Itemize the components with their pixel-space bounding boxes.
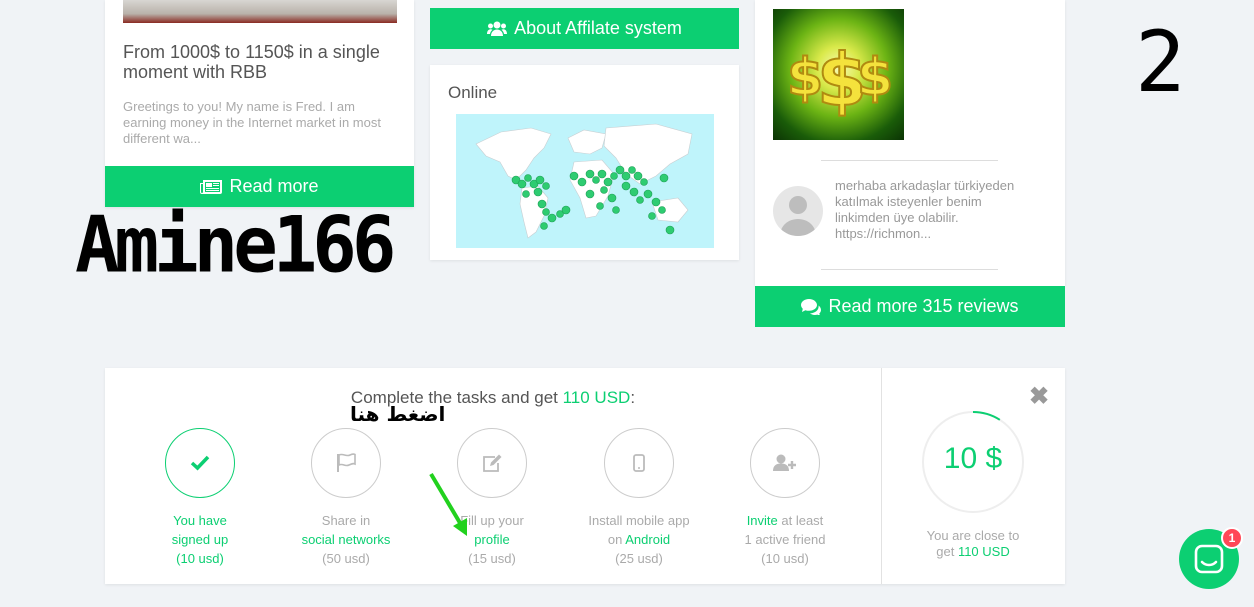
online-world-map xyxy=(456,114,714,248)
task-signed-up-circle xyxy=(165,428,235,498)
task-share-social-circle[interactable] xyxy=(311,428,381,498)
task-line-text: at least xyxy=(777,513,824,528)
mobile-icon xyxy=(633,454,645,472)
review-separator xyxy=(821,160,998,161)
task-reward: (15 usd) xyxy=(468,551,516,566)
task-line: Invite at least xyxy=(710,511,860,530)
progress-caption: You are close to get 110 USD xyxy=(895,528,1051,560)
online-title: Online xyxy=(448,83,498,102)
android-link[interactable]: Android xyxy=(625,532,670,547)
about-affiliate-button[interactable]: About Affilate system xyxy=(430,8,739,49)
progress-amount: 10 $ xyxy=(943,442,1003,475)
svg-text:$: $ xyxy=(857,48,893,108)
arabic-click-here-note: اضغط هنا xyxy=(350,402,446,426)
task-share-social-label: Share in social networks (50 usd) xyxy=(271,511,421,568)
review-text: merhaba arkadaşlar türkiyeden katılmak i… xyxy=(835,178,1015,241)
map-europe xyxy=(567,129,607,155)
task-install-app-label: Install mobile app on Android (25 usd) xyxy=(564,511,714,568)
task-line: Share in xyxy=(321,513,371,528)
review-separator xyxy=(821,269,998,270)
task-signed-up-label: You have signed up (10 usd) xyxy=(125,511,275,568)
reviews-card: $ $ $ merhaba arkadaşlar türkiyeden katı… xyxy=(755,0,1065,286)
panel-divider xyxy=(881,368,882,584)
edit-icon xyxy=(483,454,502,472)
map-north-america xyxy=(475,127,552,181)
task-line: signed up xyxy=(171,532,229,547)
progress-caption-line: get 110 USD xyxy=(895,544,1051,560)
progress-caption-line: You are close to xyxy=(926,528,1020,543)
progress-caption-amount: 110 USD xyxy=(957,544,1010,559)
task-reward: (10 usd) xyxy=(761,551,809,566)
user-plus-icon xyxy=(773,454,796,471)
tasks-title: Complete the tasks and get 110 USD: xyxy=(105,388,881,408)
flag-icon xyxy=(337,453,356,472)
task-reward: (10 usd) xyxy=(176,551,224,566)
chat-icon xyxy=(1194,544,1224,574)
task-line: on Android xyxy=(564,530,714,549)
task-signed-up: You have signed up (10 usd) xyxy=(125,428,275,568)
invite-link[interactable]: Invite xyxy=(747,513,778,528)
chat-notification-badge: 1 xyxy=(1221,527,1243,549)
task-reward: (25 usd) xyxy=(615,551,663,566)
task-line: Install mobile app xyxy=(588,513,690,528)
task-reward: (50 usd) xyxy=(322,551,370,566)
online-card: Online xyxy=(430,65,739,260)
tasks-panel: Complete the tasks and get 110 USD: اضغط… xyxy=(105,368,1065,584)
task-invite-friend-circle[interactable] xyxy=(750,428,820,498)
task-line: 1 active friend xyxy=(744,532,826,547)
tasks-title-suffix: : xyxy=(630,388,636,407)
blog-title[interactable]: From 1000$ to 1150$ in a single moment w… xyxy=(123,42,395,82)
newspaper-icon xyxy=(200,179,223,194)
task-invite-friend-label: Invite at least 1 active friend (10 usd) xyxy=(710,511,860,568)
about-affiliate-label: About Affilate system xyxy=(514,18,682,38)
tasks-title-amount: 110 USD xyxy=(562,388,631,407)
blog-excerpt: Greetings to you! My name is Fred. I am … xyxy=(123,99,381,146)
task-install-app-circle[interactable] xyxy=(604,428,674,498)
dollar-signs-image: $ $ $ xyxy=(773,9,904,140)
step-number-overlay: 2 xyxy=(1135,13,1186,111)
read-reviews-button[interactable]: Read more 315 reviews xyxy=(755,286,1065,327)
users-icon xyxy=(487,21,508,36)
task-install-app[interactable]: Install mobile app on Android (25 usd) xyxy=(564,428,714,568)
task-share-social[interactable]: Share in social networks (50 usd) xyxy=(271,428,421,568)
read-reviews-label: Read more 315 reviews xyxy=(828,296,1019,316)
comments-icon xyxy=(801,298,822,315)
task-invite-friend[interactable]: Invite at least 1 active friend (10 usd) xyxy=(710,428,860,568)
username-overlay: Amine166 xyxy=(75,199,396,291)
close-icon[interactable]: ✖ xyxy=(1029,385,1049,409)
reviewer-avatar xyxy=(773,186,823,236)
green-arrow-annotation xyxy=(429,472,467,536)
task-line-prefix: on xyxy=(607,532,626,547)
social-networks-link[interactable]: social networks xyxy=(271,530,421,549)
check-icon xyxy=(190,455,210,471)
blog-thumbnail[interactable] xyxy=(123,0,397,23)
read-more-label: Read more xyxy=(229,176,319,196)
blog-card: From 1000$ to 1150$ in a single moment w… xyxy=(105,0,414,207)
progress-caption-get: get xyxy=(936,544,958,559)
task-line: You have xyxy=(173,513,227,528)
